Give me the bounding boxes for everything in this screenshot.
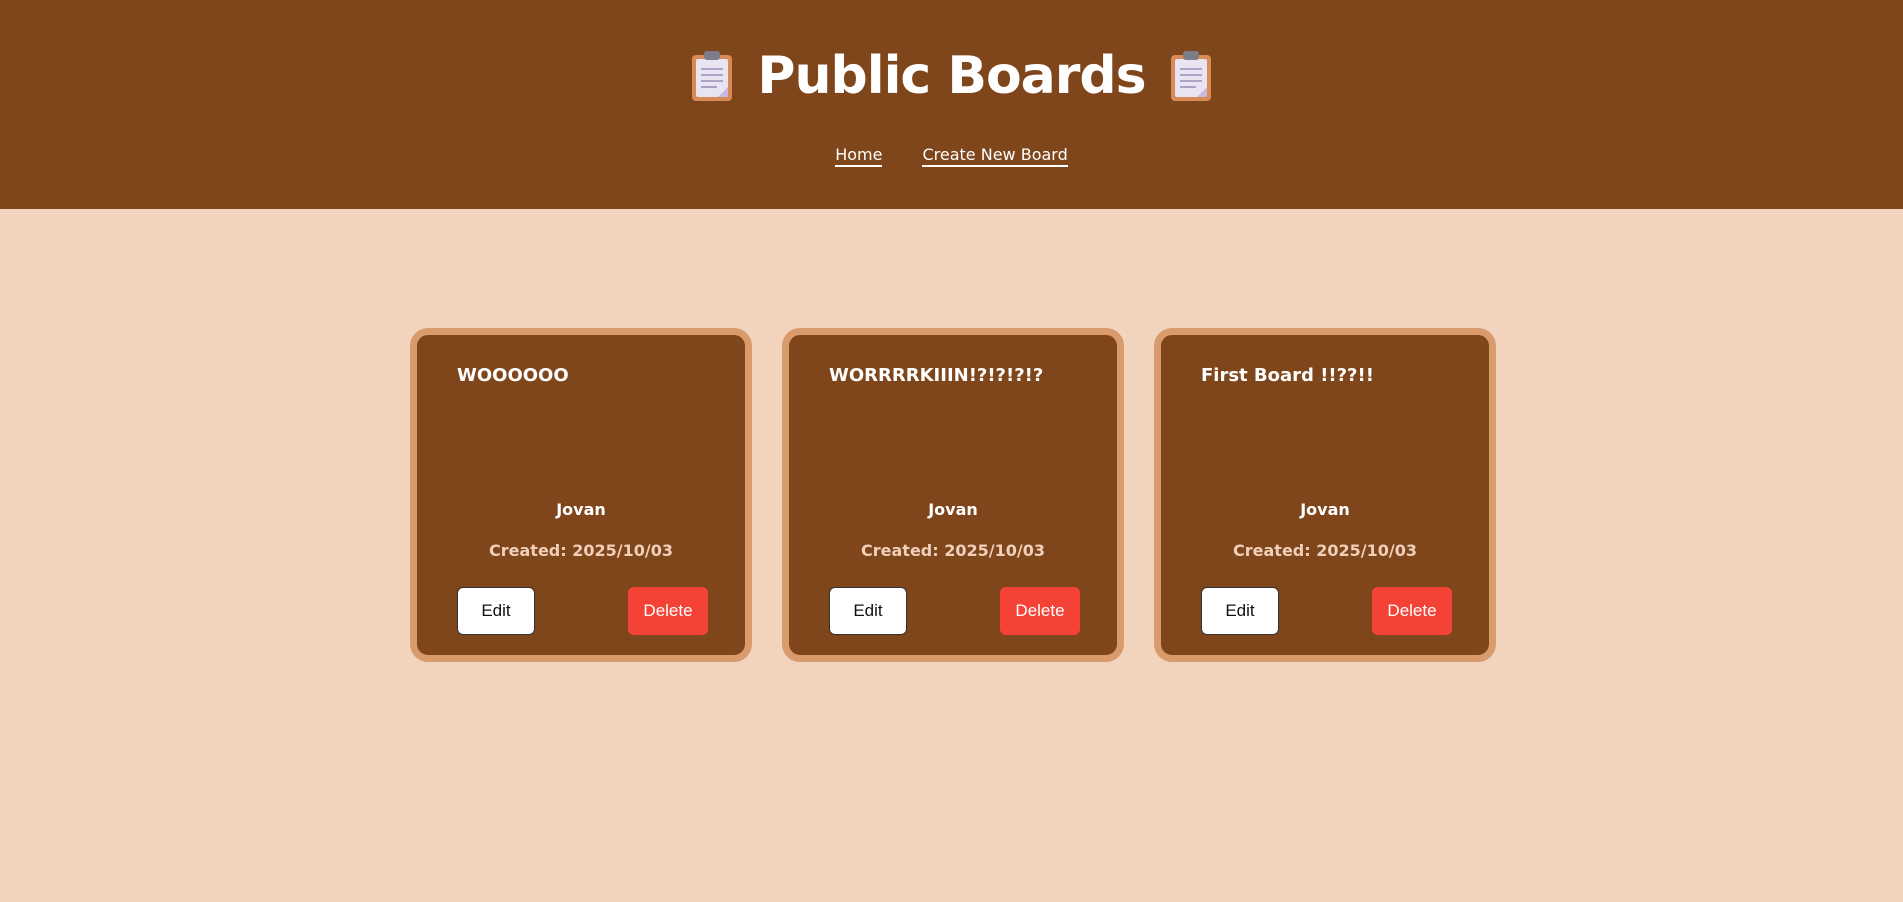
board-created-date: Created: 2025/10/03 [1233, 541, 1417, 560]
board-author: Jovan [556, 500, 606, 519]
page-header: Public Boards Home Create New Board [0, 0, 1903, 209]
delete-button[interactable]: Delete [1000, 587, 1080, 635]
clipboard-icon [692, 51, 733, 101]
page-title: Public Boards [757, 46, 1146, 106]
title-row: Public Boards [0, 44, 1903, 108]
nav-create-board-link[interactable]: Create New Board [922, 145, 1068, 167]
nav-home-link[interactable]: Home [835, 145, 883, 167]
board-card[interactable]: First Board !!??!! Jovan Created: 2025/1… [1154, 328, 1496, 662]
board-card[interactable]: WOOOOOO Jovan Created: 2025/10/03 Edit D… [410, 328, 752, 662]
board-author: Jovan [928, 500, 978, 519]
board-title: WOOOOOO [457, 365, 569, 386]
board-created-date: Created: 2025/10/03 [861, 541, 1045, 560]
board-author: Jovan [1300, 500, 1350, 519]
delete-button[interactable]: Delete [1372, 587, 1452, 635]
board-card[interactable]: WORRRRKIIIN!?!?!?!? Jovan Created: 2025/… [782, 328, 1124, 662]
edit-button[interactable]: Edit [1201, 587, 1279, 635]
board-title: WORRRRKIIIN!?!?!?!? [829, 365, 1044, 386]
main-nav: Home Create New Board [0, 145, 1903, 167]
delete-button[interactable]: Delete [628, 587, 708, 635]
clipboard-icon [1170, 51, 1211, 101]
board-created-date: Created: 2025/10/03 [489, 541, 673, 560]
board-title: First Board !!??!! [1201, 365, 1374, 386]
edit-button[interactable]: Edit [829, 587, 907, 635]
edit-button[interactable]: Edit [457, 587, 535, 635]
